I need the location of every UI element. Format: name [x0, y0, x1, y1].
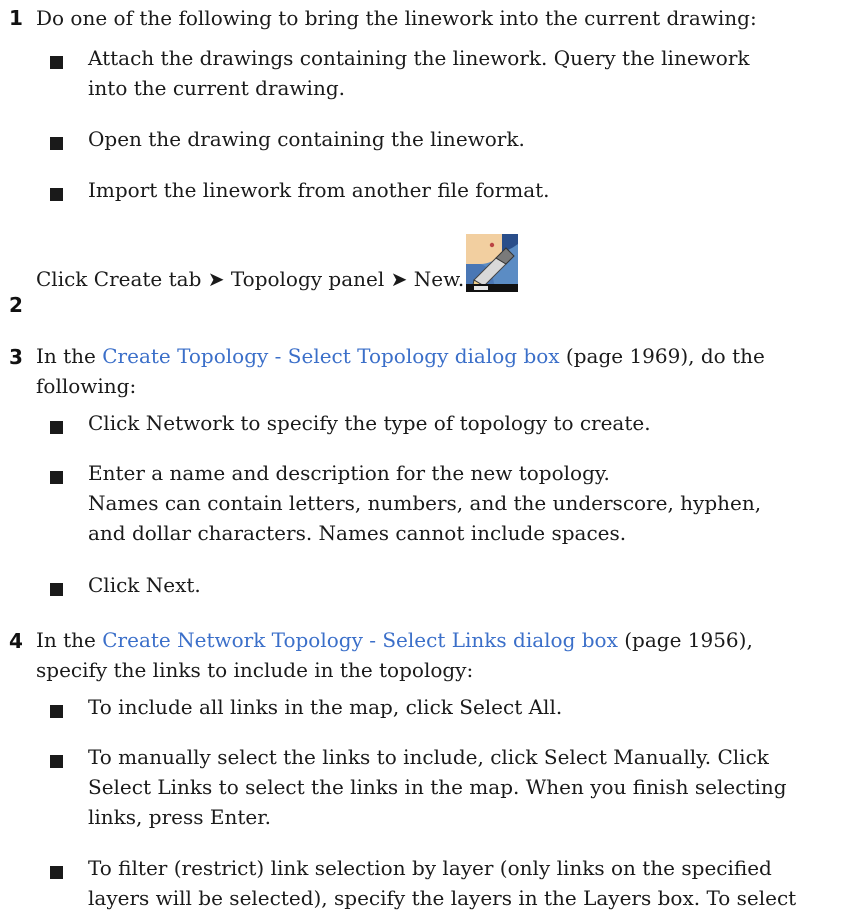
step-text: Do one of the following to bring the lin… [36, 6, 757, 30]
bullet-line: Click Next. [88, 573, 201, 597]
step-instruction: Click Create tab ➤ Topology panel ➤ New. [36, 267, 465, 291]
dialog-link[interactable]: Create Network Topology - Select Links d… [102, 628, 618, 652]
bullet-line: into the current drawing. [88, 76, 345, 100]
bullet-line: To manually select the links to include,… [88, 745, 769, 769]
bullet-square-icon [50, 421, 63, 434]
step-line: In the Create Network Topology - Select … [36, 628, 753, 652]
list-item: Click Next. [50, 570, 840, 600]
bullet-line: To filter (restrict) link selection by l… [88, 856, 772, 880]
step-line: specify the links to include in the topo… [36, 658, 474, 682]
list-item: Click Network to specify the type of top… [50, 408, 840, 438]
list-item: To include all links in the map, click S… [50, 692, 840, 722]
step-line: following: [36, 374, 137, 398]
step-text: In the Create Network Topology - Select … [36, 625, 836, 685]
bullet-line: Import the linework from another file fo… [88, 178, 550, 202]
bullet-line: layers will be selected), specify the la… [88, 886, 797, 910]
step-number: 1 [9, 6, 23, 30]
bullet-line: Enter a name and description for the new… [88, 461, 610, 485]
dialog-link[interactable]: Create Topology - Select Topology dialog… [102, 344, 559, 368]
bullet-line: To include all links in the map, click S… [88, 695, 563, 719]
bullet-square-icon [50, 866, 63, 879]
list-item: Attach the drawings containing the linew… [50, 43, 840, 103]
list-item: Enter a name and description for the new… [50, 458, 840, 548]
step-text: In the Create Topology - Select Topology… [36, 341, 836, 401]
document-page: 1 Do one of the following to bring the l… [0, 0, 853, 911]
bullet-square-icon [50, 705, 63, 718]
bullet-line: links, press Enter. [88, 805, 271, 829]
list-item: To manually select the links to include,… [50, 742, 840, 832]
bullet-square-icon [50, 755, 63, 768]
step-number: 4 [9, 629, 23, 653]
list-item: Import the linework from another file fo… [50, 175, 840, 205]
bullet-square-icon [50, 56, 63, 69]
bullet-line: Names can contain letters, numbers, and … [88, 491, 762, 515]
bullet-line: and dollar characters. Names cannot incl… [88, 521, 627, 545]
step-number: 2 [9, 293, 23, 317]
bullet-square-icon [50, 188, 63, 201]
bullet-line: Select Links to select the links in the … [88, 775, 787, 799]
list-item: Open the drawing containing the linework… [50, 124, 840, 154]
step-text: Click Create tab ➤ Topology panel ➤ New. [36, 234, 836, 312]
bullet-line: Click Network to specify the type of top… [88, 411, 651, 435]
new-topology-icon[interactable] [466, 234, 519, 292]
step-line: In the Create Topology - Select Topology… [36, 344, 765, 368]
bullet-line: Open the drawing containing the linework… [88, 127, 525, 151]
bullet-square-icon [50, 583, 63, 596]
bullet-square-icon [50, 471, 63, 484]
bullet-square-icon [50, 137, 63, 150]
list-item: To filter (restrict) link selection by l… [50, 853, 840, 913]
step-number: 3 [9, 345, 23, 369]
bullet-line: Attach the drawings containing the linew… [88, 46, 750, 70]
